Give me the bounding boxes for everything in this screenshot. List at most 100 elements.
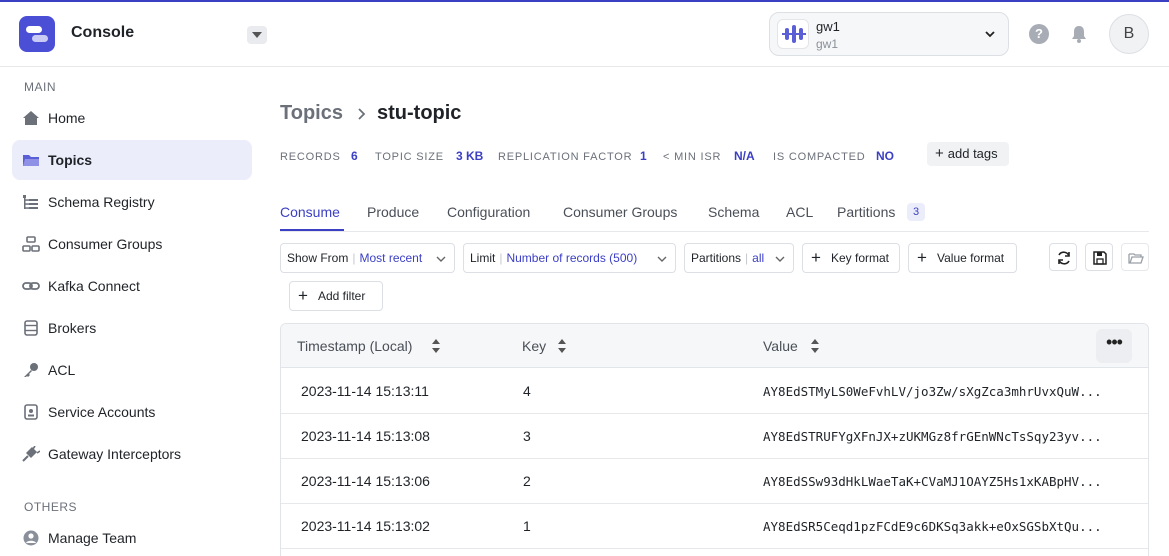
timestamp-cell: 2023-11-14 15:13:02 [301, 518, 430, 534]
plus-icon: + [935, 145, 944, 162]
topic-tabs: Consume Produce Configuration Consumer G… [280, 196, 1149, 232]
app-title: Console [71, 24, 135, 41]
key-icon [24, 363, 38, 377]
show-from-select[interactable]: Show From | Most recent [280, 243, 455, 273]
stat-min-isr-value: N/A [734, 149, 755, 163]
add-tags-button[interactable]: + add tags [927, 142, 1009, 166]
sidebar-item-brokers[interactable]: Brokers [12, 308, 252, 348]
gateway-icon [777, 19, 809, 49]
breadcrumb-topics-link[interactable]: Topics [280, 102, 343, 125]
sidebar-item-label: Kafka Connect [48, 278, 140, 294]
chevron-down-icon [985, 31, 995, 38]
table-header: Timestamp (Local) Key Value ••• [281, 324, 1148, 368]
help-icon[interactable]: ? [1029, 24, 1049, 44]
sidebar-section-others: OTHERS [24, 500, 78, 514]
table-row[interactable]: 2023-11-14 15:13:06 2 AY8EdSSw93dHkLWaeT… [281, 459, 1148, 504]
tab-consumer-groups[interactable]: Consumer Groups [563, 204, 677, 220]
save-button[interactable] [1085, 243, 1113, 271]
partitions-label: Partitions [691, 251, 742, 265]
sidebar-item-label: Topics [48, 152, 93, 168]
partitions-count-badge: 3 [907, 203, 925, 221]
sort-icon[interactable] [810, 338, 820, 354]
stat-records-label: RECORDS [280, 151, 341, 163]
stat-is-compacted-label: IS COMPACTED [773, 151, 866, 163]
sidebar-item-kafka-connect[interactable]: Kafka Connect [12, 266, 252, 306]
app-switcher-dropdown[interactable] [247, 26, 267, 44]
chevron-down-icon [775, 256, 785, 262]
value-cell: AY8EdSTRUFYgXFnJX+zUKMGz8frGEnWNcTsSqy23… [763, 429, 1102, 444]
value-format-label: Value format [937, 251, 1005, 265]
gateway-subtitle: gw1 [816, 37, 839, 51]
sort-icon[interactable] [557, 338, 567, 354]
tab-configuration[interactable]: Configuration [447, 204, 530, 220]
key-format-button[interactable]: + Key format [802, 243, 900, 273]
refresh-button[interactable] [1049, 243, 1077, 271]
folder-open-icon [1128, 253, 1144, 264]
add-filter-button[interactable]: + Add filter [289, 281, 383, 311]
plus-icon: + [298, 286, 308, 305]
sidebar-item-label: Schema Registry [48, 194, 155, 210]
save-icon [1093, 251, 1107, 265]
sidebar-item-label: Manage Team [48, 530, 137, 546]
more-options-icon[interactable]: ••• [1096, 329, 1132, 363]
database-icon [24, 320, 38, 336]
timestamp-cell: 2023-11-14 15:13:08 [301, 428, 430, 444]
plus-icon: + [917, 248, 927, 267]
home-icon [23, 111, 39, 125]
sidebar: MAIN Home Topics Schema Registry Consume… [0, 68, 264, 556]
sidebar-item-topics[interactable]: Topics [12, 140, 252, 180]
tab-acl[interactable]: ACL [786, 204, 813, 220]
table-row[interactable]: 2023-11-14 15:13:11 4 AY8EdSTMyLS0WeFvhL… [281, 369, 1148, 414]
tree-icon [23, 195, 38, 209]
plus-icon: + [811, 248, 821, 267]
stat-replication-factor-label: REPLICATION FACTOR [498, 151, 633, 163]
stat-topic-size-label: TOPIC SIZE [375, 151, 444, 163]
sidebar-item-label: Home [48, 110, 86, 126]
tab-schema[interactable]: Schema [708, 204, 759, 220]
stat-replication-factor-value: 1 [640, 149, 647, 163]
open-folder-button[interactable] [1121, 243, 1149, 271]
key-cell: 3 [523, 428, 531, 444]
partitions-select[interactable]: Partitions | all [684, 243, 794, 273]
user-avatar[interactable]: B [1109, 14, 1149, 54]
sidebar-item-acl[interactable]: ACL [12, 350, 252, 390]
sidebar-item-manage-team[interactable]: Manage Team [12, 518, 252, 556]
chevron-down-icon [436, 256, 446, 262]
value-cell: AY8EdSTMyLS0WeFvhLV/jo3Zw/sXgZca3mhrUvxQ… [763, 384, 1102, 399]
partitions-value: all [752, 251, 765, 265]
stat-records-value: 6 [351, 149, 358, 163]
sidebar-item-home[interactable]: Home [12, 98, 252, 138]
value-format-button[interactable]: + Value format [908, 243, 1017, 273]
stat-topic-size-value: 3 KB [456, 149, 484, 163]
logo-icon[interactable] [19, 16, 55, 52]
sidebar-item-schema-registry[interactable]: Schema Registry [12, 182, 252, 222]
sort-icon[interactable] [431, 338, 441, 354]
key-cell: 1 [523, 518, 531, 534]
sidebar-item-label: Consumer Groups [48, 236, 163, 252]
gateway-name: gw1 [816, 19, 840, 34]
sidebar-section-main: MAIN [24, 80, 56, 94]
messages-table: Timestamp (Local) Key Value ••• 2023-11-… [280, 323, 1149, 556]
chevron-right-icon [358, 108, 366, 120]
sidebar-item-service-accounts[interactable]: Service Accounts [12, 392, 252, 432]
limit-value: Number of records (500) [506, 251, 638, 265]
plug-icon [22, 446, 40, 462]
tab-partitions[interactable]: Partitions [837, 204, 895, 220]
column-header-timestamp[interactable]: Timestamp (Local) [297, 338, 412, 354]
top-header: Console gw1 gw1 ? B [0, 2, 1169, 67]
tab-consume[interactable]: Consume [280, 204, 340, 220]
table-row[interactable]: 2023-11-14 15:13:02 1 AY8EdSR5Ceqd1pzFCd… [281, 504, 1148, 549]
value-cell: AY8EdSR5Ceqd1pzFCdE9c6DKSq3akk+eOxSGSbXt… [763, 519, 1102, 534]
sidebar-item-consumer-groups[interactable]: Consumer Groups [12, 224, 252, 264]
column-header-key[interactable]: Key [522, 338, 546, 354]
gateway-selector[interactable]: gw1 gw1 [769, 12, 1009, 56]
bell-icon[interactable] [1069, 24, 1089, 44]
page-title: stu-topic [377, 102, 462, 124]
show-from-value: Most recent [359, 251, 423, 265]
tab-produce[interactable]: Produce [367, 204, 419, 220]
column-header-value[interactable]: Value [763, 338, 798, 354]
timestamp-cell: 2023-11-14 15:13:06 [301, 473, 430, 489]
sidebar-item-gateway-interceptors[interactable]: Gateway Interceptors [12, 434, 252, 474]
limit-select[interactable]: Limit | Number of records (500) [463, 243, 676, 273]
table-row[interactable]: 2023-11-14 15:13:08 3 AY8EdSTRUFYgXFnJX+… [281, 414, 1148, 459]
